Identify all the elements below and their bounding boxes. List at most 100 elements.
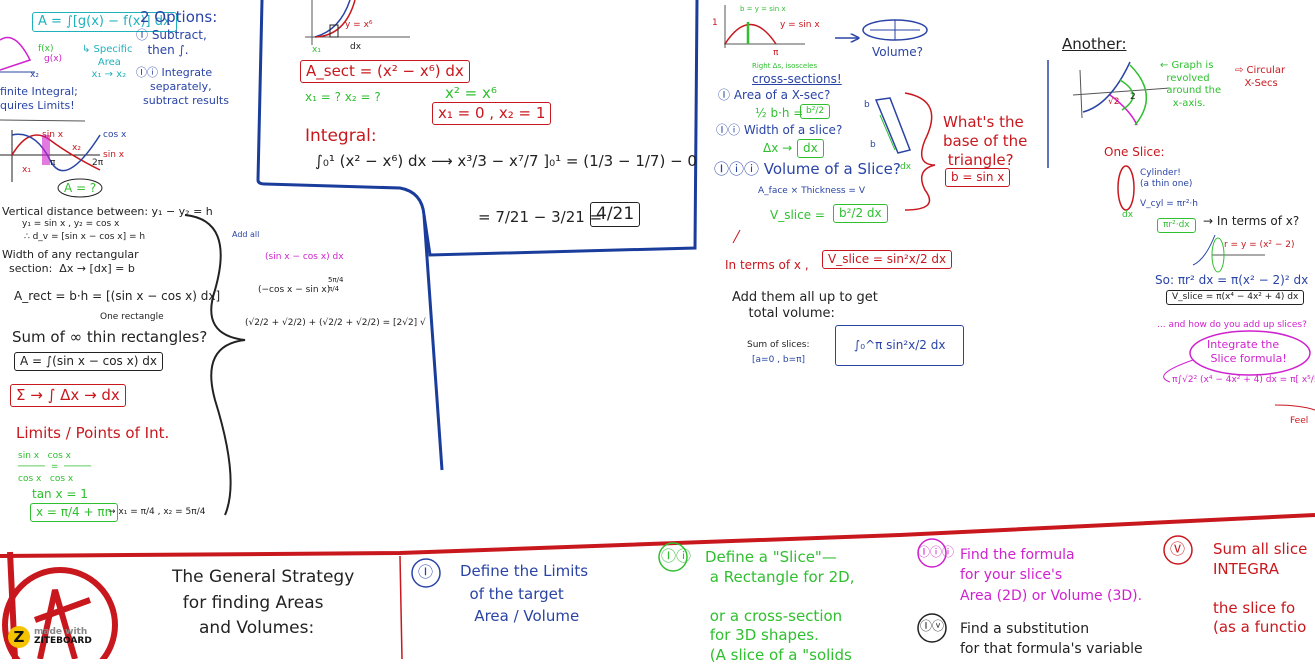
step-vertical-distance: Vertical distance between: y₁ − y₂ = h [2,205,213,218]
ziteboard-logo-icon: Z [8,626,30,648]
delta-x: Δx → [763,141,793,155]
integrand: (sin x − cos x) dx [265,252,344,262]
graph-one-label: 1 [712,18,718,28]
question-area-xsec: Ⓘ Area of a X-sec? [718,88,831,102]
ziteboard-wordmark: made with ZITEBOARD [34,627,92,647]
graph-pi-label-vol: π [773,48,779,58]
frame-dx-label: dx [350,42,362,52]
limits-title: Limits / Points of Int. [16,424,170,442]
revolved-note: ← Graph is revolved around the x-axis. [1160,60,1222,109]
evaluation-result: (√2/2 + √2/2) + (√2/2 + √2/2) = [2√2] √ [245,318,426,328]
specific-area-note: ↳ Specific Area x₁ → x₂ [82,44,133,80]
integral-title: Integral: [305,126,377,146]
x-values: → x₁ = π/4 , x₂ = 5π/4 [108,507,206,517]
x6-curve-label: y = x⁶ [345,20,373,30]
option-2: Ⓘⓘ Integrate separately, subtract result… [136,66,229,107]
v-slice-x-box: V_slice = sin²x/2 dx [822,250,953,269]
final-integral: π∫√2² (x⁴ − 4x² + 4) dx = π[ x⁵/5 − 4/3 [1172,375,1315,385]
base-answer-box: b = sin x [945,168,1011,187]
sigma-integral-box: Σ → ∫ Δx → dx [10,384,126,407]
v-cyl-formula: V_cyl = πr²·h [1140,199,1198,209]
solutions-box: x₁ = 0 , x₂ = 1 [432,102,552,125]
cross-sections-label: cross-sections! [752,72,842,86]
question-width-slice: Ⓘⓘ Width of a slice? [716,123,843,137]
fg-graph [0,36,32,71]
x2-label: x₂ [30,70,39,80]
another-title: Another: [1062,35,1127,53]
dx-box: dx [797,139,824,158]
strategy-title: The General Strategy for finding Areas a… [172,567,355,638]
unknown-limits: x₁ = ? x₂ = ? [305,90,381,104]
area-question: A = ? [64,181,97,195]
slice-b-label: b [864,100,870,110]
slice-cylinder [1117,165,1135,211]
volume-integral-box: ∫₀^π sin²x/2 dx [835,325,965,366]
integrate-slice-note: Integrate the Slice formula! [1207,338,1287,365]
step-1-text: Define the Limits of the target Area / V… [460,562,589,625]
step-width: Width of any rectangular section: Δx → [… [2,248,139,275]
feel-text: Feel [1290,416,1309,426]
sin-curve-label: y = sin x [780,20,820,30]
integral-answer: 4/21 [590,202,641,228]
b-label: b = y = sin x [740,5,786,13]
options-title: 2 Options: [140,8,218,26]
graph-x1-label: x₁ [22,165,31,175]
integral-simplify: = 7/21 − 3/21 = [478,208,603,226]
slice-b-label-2: b [870,140,876,150]
step-3-text: Find the formula for your slice's Area (… [960,547,1143,604]
in-terms-of-x-question: → In terms of x? [1203,214,1300,228]
so-equation: So: πr² dx = π(x² − 2)² dx [1155,273,1309,287]
graph-sin-label: sin x [42,130,64,140]
graph-cos-label: cos x [103,130,127,140]
circular-xsecs: ⇨ Circular X-Secs [1235,65,1286,89]
step-3-number: Ⓘⓘⓘ [918,545,955,559]
step-5-text: Sum all slice INTEGRA the slice fo (as a… [1213,540,1308,636]
sum-of-slices-label: Sum of slices: [747,340,810,350]
sum-integral-box: A = ∫(sin x − cos x) dx [14,352,163,371]
v-slice-formula-box: V_slice = π(x⁴ − 4x² + 4) dx [1166,290,1305,306]
frame-divider-line [422,214,444,471]
frame-x1-label: x₁ [312,45,321,55]
root2-label: √2 [1108,97,1120,107]
step-a-rect: A_rect = b·h = [(sin x − cos x) dx] [14,289,221,303]
right-triangle-note: Right Δs, isosceles [752,62,818,70]
add-them-up: Add them all up to get total volume: [732,290,878,322]
antiderivative-limits: 5π/4 π/4 [328,276,344,293]
bounds-label: [a=0 , b=π] [752,355,806,365]
add-all-note: Add all [232,230,260,239]
step-sum: Sum of ∞ thin rectangles? [12,328,208,346]
tan-equation: tan x = 1 [32,487,88,501]
step-dv: ∴ d_v = [sin x − cos x] = h [24,232,146,242]
brand-text: ZITEBOARD [34,636,92,646]
graph-2pi-label: 2π [92,158,104,168]
pi-r2-dx-box: πr²·dx [1157,218,1196,234]
half-bh: ½ b·h = [755,106,804,120]
face-times-thickness: A_face × Thickness = V [758,186,865,196]
x-solution-box: x = π/4 + πn [30,503,119,522]
graph-x2-label: x₂ [72,143,81,153]
step-1-number: Ⓘ [418,563,434,581]
r-equation: r = y = (x² − 2) [1224,240,1295,250]
in-terms-of-x: In terms of x , [725,258,809,272]
step-2-number: Ⓘⓘ [661,547,692,565]
one-rectangle-label: One rectangle [100,312,164,322]
gx-label: g(x) [44,54,63,64]
slice-dx-label: dx [900,162,912,172]
graph-sin-label-2: sin x [103,150,125,160]
add-up-slices-question: ... and how do you add up slices? [1157,320,1307,330]
step-2-text: Define a "Slice"— a Rectangle for 2D, or… [705,548,855,664]
ziteboard-badge[interactable]: Z made with ZITEBOARD [8,626,92,648]
intersection-equation: x² = x⁶ [445,84,497,102]
red-brace [904,92,936,211]
cylinder-dx: dx [1122,210,1134,220]
volume-question: Volume? [872,45,923,59]
step-4-text: Find a substitution for that formula's v… [960,621,1143,657]
step-5-number: Ⓥ [1170,540,1186,558]
antiderivative: (−cos x − sin x) [258,285,331,295]
one-slice-label: One Slice: [1104,145,1165,159]
v-slice-box: b²/2 dx [833,204,888,223]
definite-integral-note: finite Integral; quires Limits! [0,85,78,112]
integral-evaluation: ∫₀¹ (x² − x⁶) dx ⟶ x³/3 − x⁷/7 ]₀¹ = (1/… [315,152,697,170]
graph-pi-label: π [50,158,56,168]
option-1: Ⓘ Subtract, then ∫. [136,28,207,57]
